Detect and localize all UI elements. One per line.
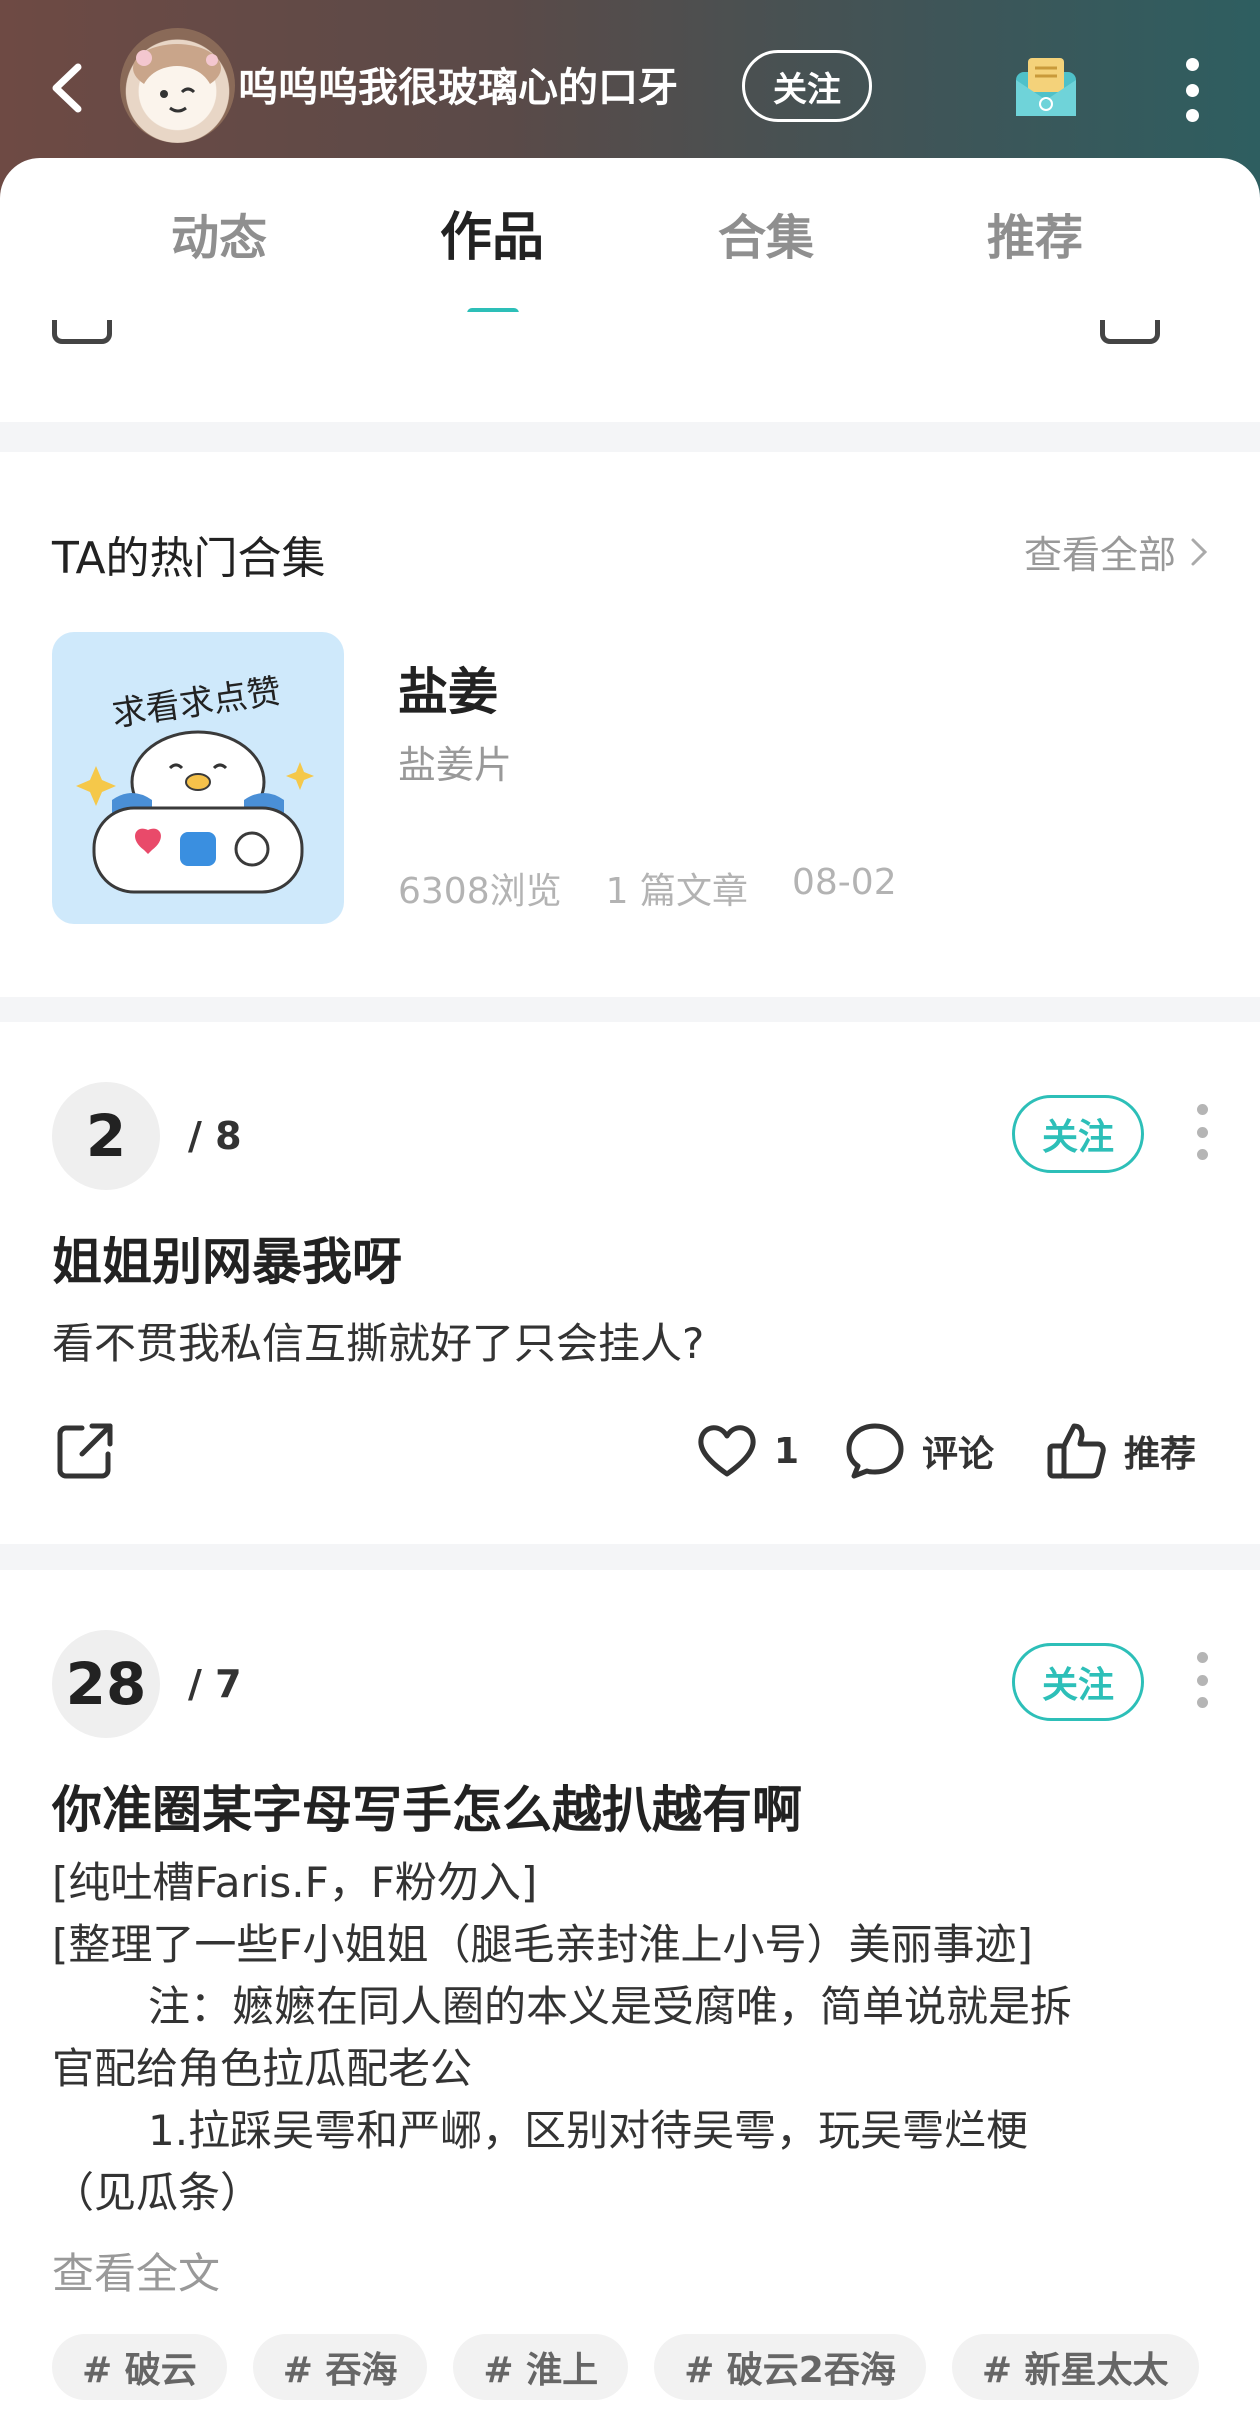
post-more-button[interactable] bbox=[1192, 1104, 1212, 1160]
tag-chip[interactable]: # 吞海 bbox=[252, 2334, 428, 2400]
tag-chip[interactable]: # 破云 bbox=[52, 2334, 227, 2400]
rank-total: / 8 bbox=[188, 1114, 242, 1158]
post-more-button[interactable] bbox=[1192, 1652, 1212, 1708]
collection-date: 08-02 bbox=[791, 862, 897, 903]
post-actions: 1 评论 推荐 bbox=[0, 1412, 1260, 1492]
tag-list: # 破云 # 吞海 # 淮上 # 破云2吞海 # 新星太太 bbox=[52, 2334, 1199, 2400]
collection-meta: 6308浏览 1 篇文章 08-02 bbox=[398, 862, 897, 914]
dot-icon bbox=[1185, 109, 1199, 122]
tab-collections[interactable]: 合集 bbox=[666, 208, 866, 268]
avatar-image bbox=[133, 44, 221, 126]
comment-button[interactable]: 评论 bbox=[842, 1418, 994, 1484]
dot-icon bbox=[1196, 1126, 1208, 1138]
partial-like-icon bbox=[1100, 320, 1160, 344]
dot-icon bbox=[1196, 1652, 1208, 1663]
post-title[interactable]: 你准圈某字母写手怎么越扒越有啊 bbox=[52, 1770, 802, 1842]
avatar[interactable] bbox=[120, 28, 235, 143]
partial-share-icon bbox=[52, 320, 112, 344]
tab-bar: 动态 作品 合集 推荐 bbox=[0, 158, 1260, 338]
follow-user-button[interactable]: 关注 bbox=[742, 50, 872, 122]
post-body-line: 1.拉踩吴雩和严峫，区别对待吴雩，玩吴雩烂梗 bbox=[148, 2106, 1029, 2155]
thumbs-up-icon bbox=[1047, 1423, 1106, 1479]
heart-icon bbox=[698, 1425, 756, 1477]
section-title: TA的热门合集 bbox=[52, 533, 326, 584]
dot-icon bbox=[1196, 1697, 1208, 1708]
tag-chip[interactable]: # 破云2吞海 bbox=[654, 2334, 926, 2400]
post-summary[interactable]: 看不贯我私信互撕就好了只会挂人? bbox=[52, 1310, 704, 1371]
dot-icon bbox=[1196, 1104, 1208, 1115]
tab-dynamics[interactable]: 动态 bbox=[119, 208, 319, 268]
follow-button[interactable]: 关注 bbox=[1012, 1643, 1144, 1721]
back-button[interactable] bbox=[42, 58, 92, 118]
collection-cover[interactable]: 求看求点赞 bbox=[52, 632, 344, 924]
like-button[interactable]: 1 bbox=[694, 1418, 799, 1484]
follow-button[interactable]: 关注 bbox=[1012, 1095, 1144, 1173]
tab-works[interactable]: 作品 bbox=[392, 208, 592, 268]
post-body-line: 注：嬷嬷在同人圈的本义是受腐唯，简单说就是拆 bbox=[148, 1982, 1073, 2031]
dot-icon bbox=[1185, 83, 1199, 97]
post-body[interactable]: [纯吐槽Faris.F，F粉勿入] [整理了一些F小姐姐（腿毛亲封淮上小号）美丽… bbox=[52, 1852, 1222, 2224]
collection-description: 盐姜片 bbox=[398, 743, 513, 787]
envelope-icon bbox=[1016, 58, 1076, 116]
dot-icon bbox=[1185, 58, 1199, 71]
read-more-link[interactable]: 查看全文 bbox=[52, 2240, 220, 2301]
article-count: 1 篇文章 bbox=[605, 871, 748, 912]
post-card: 2 / 8 关注 姐姐别网暴我呀 看不贯我私信互撕就好了只会挂人? 1 评论 推… bbox=[0, 1022, 1260, 1544]
post-body-line: [纯吐槽Faris.F，F粉勿入] bbox=[52, 1858, 538, 1907]
comment-icon bbox=[846, 1423, 904, 1479]
share-icon[interactable] bbox=[52, 1418, 118, 1484]
like-count: 1 bbox=[774, 1430, 800, 1472]
chevron-left-icon bbox=[52, 63, 82, 113]
post-body-line: 官配给角色拉瓜配老公 bbox=[52, 2044, 473, 2093]
post-body-line: [整理了一些F小姐姐（腿毛亲封淮上小号）美丽事迹] bbox=[52, 1920, 1033, 1969]
rank-badge: 28 bbox=[52, 1630, 160, 1738]
view-count: 6308浏览 bbox=[398, 871, 562, 912]
see-all-link[interactable]: 查看全部 bbox=[1024, 524, 1208, 579]
username: 呜呜呜我很玻璃心的口牙 bbox=[238, 65, 678, 111]
chevron-right-icon bbox=[1191, 538, 1208, 565]
cover-text: 求看求点赞 bbox=[110, 671, 284, 734]
dot-icon bbox=[1196, 1674, 1208, 1686]
post-card: 28 / 7 关注 你准圈某字母写手怎么越扒越有啊 [纯吐槽Faris.F，F粉… bbox=[0, 1570, 1260, 2436]
recommend-label: 推荐 bbox=[1124, 1434, 1197, 1475]
post-body-line: （见瓜条） bbox=[52, 2168, 263, 2217]
tab-recommend[interactable]: 推荐 bbox=[935, 208, 1135, 268]
see-all-label: 查看全部 bbox=[1023, 533, 1176, 577]
cover-illustration: 求看求点赞 bbox=[76, 671, 314, 894]
hot-collection-card: TA的热门合集 查看全部 求看求点赞 盐姜 盐姜片 6308浏览 1 篇文章 0… bbox=[0, 452, 1260, 997]
tag-chip[interactable]: # 新星太太 bbox=[951, 2334, 1199, 2400]
mail-button[interactable] bbox=[1010, 50, 1082, 122]
dot-icon bbox=[1196, 1149, 1208, 1160]
more-options-button[interactable] bbox=[1172, 58, 1212, 122]
recommend-button[interactable]: 推荐 bbox=[1044, 1418, 1196, 1484]
rank-total: / 7 bbox=[188, 1662, 242, 1706]
previous-item-remnant bbox=[0, 312, 1260, 422]
collection-name[interactable]: 盐姜 bbox=[398, 652, 498, 724]
tag-chip[interactable]: # 淮上 bbox=[453, 2334, 629, 2400]
comment-label: 评论 bbox=[922, 1434, 995, 1475]
post-title[interactable]: 姐姐别网暴我呀 bbox=[52, 1222, 402, 1294]
rank-badge: 2 bbox=[52, 1082, 160, 1190]
